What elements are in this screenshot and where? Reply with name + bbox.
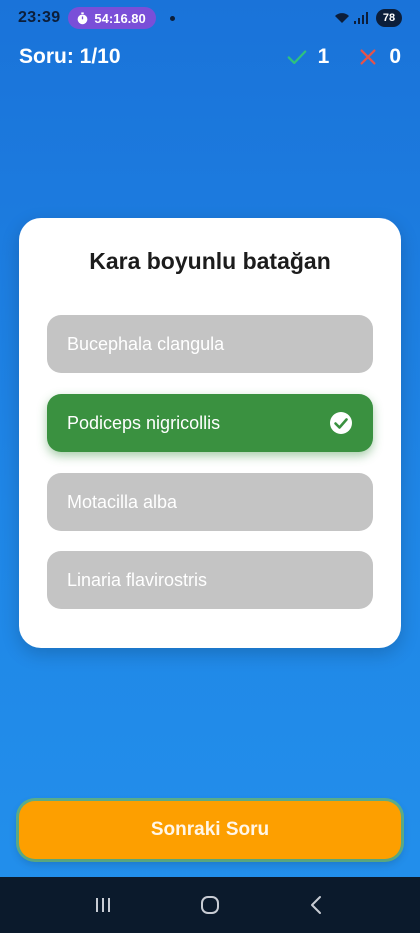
answer-option-label: Motacilla alba	[67, 491, 178, 512]
check-circle-icon	[330, 412, 352, 434]
recents-icon	[96, 898, 111, 912]
timer-chip[interactable]: 54:16.80	[68, 7, 156, 29]
answer-option[interactable]: Motacilla alba	[47, 473, 373, 531]
battery-indicator: 78	[376, 9, 402, 27]
correct-count: 1	[317, 45, 330, 68]
wifi-icon	[335, 13, 349, 23]
signal-icon	[354, 12, 368, 24]
status-time: 23:39	[18, 9, 61, 26]
question-title: Kara boyunlu batağan	[89, 248, 331, 274]
correct-score: 1	[286, 45, 330, 69]
recents-button[interactable]	[83, 885, 123, 925]
checkmark-icon	[287, 50, 306, 65]
wrong-count: 0	[389, 45, 401, 68]
answer-option[interactable]: Bucephala clangula	[47, 315, 373, 373]
answer-option[interactable]: Linaria flavirostris	[47, 551, 373, 609]
question-card: Kara boyunlu batağan Bucephala clangula …	[19, 218, 401, 648]
answer-option-label: Podiceps nigricollis	[67, 412, 221, 433]
timer-value: 54:16.80	[94, 10, 146, 26]
stopwatch-icon	[78, 11, 88, 24]
status-bar: 23:39 54:16.80 78	[0, 0, 420, 36]
notification-dot-icon	[169, 15, 175, 21]
home-icon	[200, 896, 219, 914]
answer-option-correct[interactable]: Podiceps nigricollis	[47, 394, 373, 452]
score-panel: 1 0	[286, 45, 401, 69]
home-button[interactable]	[190, 885, 230, 925]
wrong-score: 0	[357, 45, 401, 69]
next-question-button[interactable]: Sonraki Soru	[19, 801, 401, 859]
back-icon	[310, 896, 321, 914]
x-icon	[360, 49, 376, 65]
back-button[interactable]	[297, 885, 337, 925]
system-nav-bar	[0, 877, 420, 933]
question-counter: Soru: 1/10	[19, 45, 121, 68]
answer-option-label: Linaria flavirostris	[67, 569, 208, 590]
status-icons: 78	[334, 9, 402, 27]
quiz-header: Soru: 1/10 1 0	[19, 42, 401, 72]
answer-option-label: Bucephala clangula	[67, 333, 225, 354]
